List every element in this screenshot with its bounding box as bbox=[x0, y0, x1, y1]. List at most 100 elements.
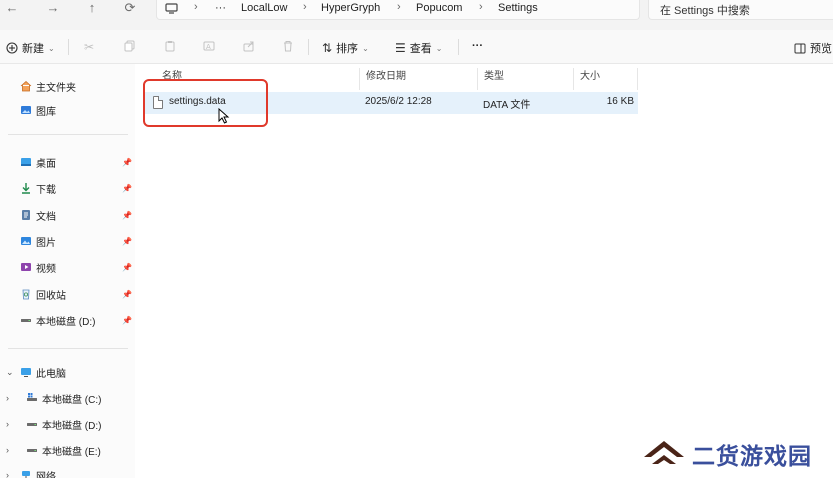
file-type: DATA 文件 bbox=[483, 100, 531, 111]
preview-label: 预览 bbox=[810, 43, 832, 55]
preview-pane-icon bbox=[794, 43, 806, 53]
copy-button[interactable] bbox=[124, 40, 136, 52]
watermark-logo: 二货游戏园 bbox=[642, 436, 832, 472]
sidebar-item-label: 本地磁盘 (C:) bbox=[42, 394, 102, 406]
sidebar-item-label: 视频 bbox=[36, 263, 56, 275]
sidebar-item-gallery[interactable]: 图库 bbox=[0, 99, 135, 121]
document-icon bbox=[22, 210, 30, 220]
search-placeholder: 在 Settings 中搜索 bbox=[660, 5, 750, 17]
divider bbox=[308, 39, 309, 55]
recycle-bin-icon bbox=[22, 289, 30, 300]
download-icon bbox=[22, 183, 30, 194]
gallery-icon bbox=[21, 106, 31, 114]
divider bbox=[8, 348, 128, 349]
pin-icon[interactable]: 📌 bbox=[122, 263, 132, 272]
sidebar-item-network[interactable]: › 网络 bbox=[0, 464, 135, 478]
refresh-button[interactable]: ⟳ bbox=[120, 0, 140, 18]
column-header-modified[interactable]: 修改日期 bbox=[360, 68, 478, 90]
breadcrumb-hypergryph[interactable]: HyperGryph bbox=[321, 2, 380, 14]
sidebar-item-label: 下载 bbox=[36, 184, 56, 196]
pin-icon[interactable]: 📌 bbox=[122, 184, 132, 193]
sidebar-item-label: 本地磁盘 (D:) bbox=[36, 316, 96, 328]
divider bbox=[8, 134, 128, 135]
watermark-logo-icon bbox=[644, 441, 684, 464]
computer-icon bbox=[21, 368, 31, 377]
chevron-right-icon[interactable]: › bbox=[6, 393, 9, 403]
sidebar-item-recycle-bin[interactable]: 回收站 📌 bbox=[0, 283, 135, 305]
new-button[interactable]: 新建 ⌄ bbox=[6, 40, 55, 56]
watermark-text: 二货游戏园 bbox=[692, 444, 812, 470]
monitor-icon bbox=[165, 3, 178, 14]
view-button[interactable]: ☰ 查看 ⌄ bbox=[395, 40, 442, 56]
sidebar-item-label: 文档 bbox=[36, 211, 56, 223]
breadcrumb-locallow[interactable]: LocalLow bbox=[241, 2, 287, 14]
chevron-down-icon: ⌄ bbox=[48, 43, 55, 53]
pin-icon[interactable]: 📌 bbox=[122, 158, 132, 167]
new-label: 新建 bbox=[22, 43, 44, 55]
sidebar-item-label: 图片 bbox=[36, 237, 56, 249]
sidebar-item-drive-d-pc[interactable]: › 本地磁盘 (D:) bbox=[0, 413, 135, 435]
file-modified: 2025/6/2 12:28 bbox=[365, 96, 432, 107]
share-button[interactable] bbox=[243, 40, 255, 52]
divider bbox=[458, 39, 459, 55]
refresh-icon: ⟳ bbox=[124, 0, 136, 15]
svg-text:A: A bbox=[206, 43, 211, 51]
address-bar[interactable]: › ··· LocalLow › HyperGryph › Popucom › … bbox=[156, 0, 640, 20]
breadcrumb-popucom[interactable]: Popucom bbox=[416, 2, 462, 14]
sidebar-item-desktop[interactable]: 桌面 📌 bbox=[0, 151, 135, 173]
sidebar-item-downloads[interactable]: 下载 📌 bbox=[0, 177, 135, 199]
chevron-right-icon: › bbox=[479, 1, 483, 13]
sidebar-item-drive-e[interactable]: › 本地磁盘 (E:) bbox=[0, 439, 135, 461]
chevron-right-icon[interactable]: › bbox=[6, 470, 9, 478]
sort-button[interactable]: ⇅ 排序 ⌄ bbox=[322, 40, 369, 56]
back-button[interactable]: ← bbox=[2, 0, 22, 18]
up-arrow-icon: ↑ bbox=[88, 0, 96, 15]
copy-icon bbox=[124, 40, 135, 52]
forward-button[interactable]: → bbox=[43, 0, 63, 18]
breadcrumb-overflow[interactable]: ··· bbox=[215, 2, 226, 14]
chevron-down-icon: ⌄ bbox=[362, 43, 369, 53]
chevron-right-icon[interactable]: › bbox=[6, 419, 9, 429]
breadcrumb-settings[interactable]: Settings bbox=[498, 2, 538, 14]
search-input[interactable]: 在 Settings 中搜索 bbox=[648, 0, 833, 20]
sidebar-item-label: 本地磁盘 (D:) bbox=[42, 420, 102, 432]
more-button[interactable]: ··· bbox=[472, 40, 483, 52]
sidebar-item-pictures[interactable]: 图片 📌 bbox=[0, 230, 135, 252]
chevron-right-icon: › bbox=[303, 1, 307, 13]
cut-button[interactable]: ✂ bbox=[84, 40, 94, 54]
divider bbox=[68, 39, 69, 55]
title-address-bar: ← → ↑ ⟳ › ··· LocalLow › HyperGryph › Po… bbox=[0, 0, 833, 30]
rename-icon: A bbox=[203, 41, 215, 51]
paste-button[interactable] bbox=[164, 40, 176, 52]
pin-icon[interactable]: 📌 bbox=[122, 211, 132, 220]
preview-button[interactable]: 预览 bbox=[794, 40, 832, 56]
trash-icon bbox=[284, 41, 292, 52]
sidebar-item-this-pc[interactable]: ⌄ 此电脑 bbox=[0, 361, 135, 383]
sidebar-item-drive-c[interactable]: › 本地磁盘 (C:) bbox=[0, 387, 135, 409]
back-arrow-icon: ← bbox=[5, 0, 19, 15]
sidebar-item-label: 图库 bbox=[36, 106, 56, 118]
sidebar-item-label: 本地磁盘 (E:) bbox=[42, 446, 101, 458]
sort-icon: ⇅ bbox=[322, 41, 333, 55]
picture-icon bbox=[21, 237, 31, 245]
sidebar-item-label: 桌面 bbox=[36, 158, 56, 170]
home-icon bbox=[20, 80, 32, 92]
column-header-type[interactable]: 类型 bbox=[478, 68, 574, 90]
delete-button[interactable] bbox=[282, 40, 294, 52]
navigation-pane: 主文件夹 图库 桌面 📌 下载 📌 文档 📌 图片 📌 视频 📌 回收站 📌 本… bbox=[0, 64, 135, 478]
chevron-down-icon[interactable]: ⌄ bbox=[6, 367, 14, 378]
sidebar-item-videos[interactable]: 视频 📌 bbox=[0, 256, 135, 278]
sidebar-item-home[interactable]: 主文件夹 bbox=[0, 75, 135, 97]
pin-icon[interactable]: 📌 bbox=[122, 290, 132, 299]
sidebar-item-label: 网络 bbox=[36, 471, 56, 478]
pin-icon[interactable]: 📌 bbox=[122, 237, 132, 246]
pin-icon[interactable]: 📌 bbox=[122, 316, 132, 325]
column-header-size[interactable]: 大小 bbox=[574, 68, 638, 90]
rename-button[interactable]: A bbox=[203, 40, 215, 52]
chevron-right-icon[interactable]: › bbox=[6, 445, 9, 455]
up-button[interactable]: ↑ bbox=[82, 0, 102, 18]
sidebar-item-documents[interactable]: 文档 📌 bbox=[0, 204, 135, 226]
sidebar-item-label: 此电脑 bbox=[36, 368, 66, 380]
sidebar-item-drive-d[interactable]: 本地磁盘 (D:) 📌 bbox=[0, 309, 135, 331]
scissors-icon: ✂ bbox=[84, 40, 95, 54]
